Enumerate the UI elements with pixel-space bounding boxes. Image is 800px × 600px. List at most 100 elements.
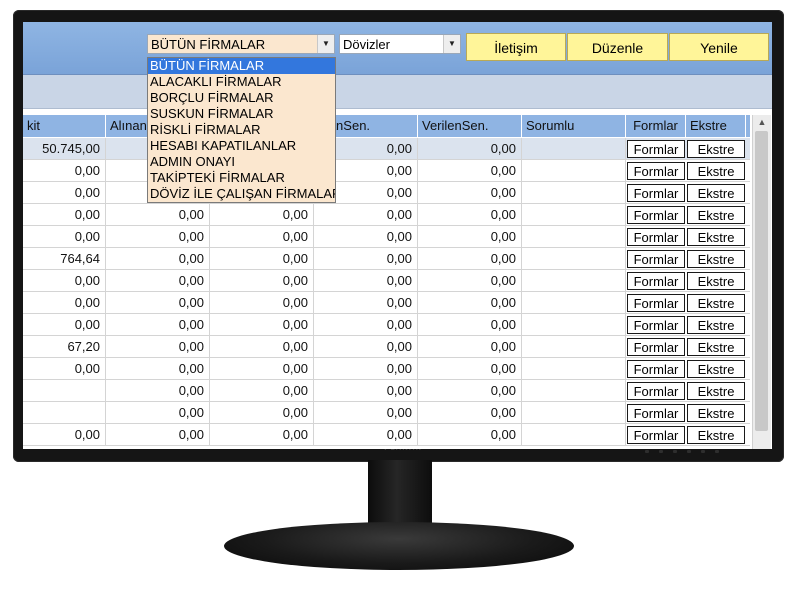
formlar-button[interactable]: Formlar <box>627 250 685 268</box>
dropdown-option[interactable]: SUSKUN FİRMALAR <box>148 106 335 122</box>
scrollbar-thumb[interactable] <box>755 131 768 431</box>
ekstre-button[interactable]: Ekstre <box>687 184 745 202</box>
ekstre-button[interactable]: Ekstre <box>687 382 745 400</box>
firm-filter-select[interactable]: BÜTÜN FİRMALAR ▼ <box>147 34 335 54</box>
cell-nakit <box>23 402 106 423</box>
table-row[interactable]: 764,64 0,00 0,00 0,00 0,00 Formlar Ekstre <box>23 248 750 270</box>
sub-toolbar <box>23 75 772 109</box>
cell-hidden: 0,00 <box>210 270 314 291</box>
table-row[interactable]: 0,00 0,00 0,00 Formlar Ekstre <box>23 182 750 204</box>
formlar-button[interactable]: Formlar <box>627 272 685 290</box>
cell-alinan: 0,00 <box>106 204 210 225</box>
cell-sorumlu <box>522 380 626 401</box>
column-header-sorumlu: Sorumlu <box>522 115 626 137</box>
chevron-up-icon[interactable]: ▲ <box>753 115 771 129</box>
monitor-buttons <box>645 450 719 453</box>
formlar-button[interactable]: Formlar <box>627 360 685 378</box>
table-row[interactable]: 0,00 0,00 0,00 Formlar Ekstre <box>23 160 750 182</box>
dropdown-option[interactable]: ALACAKLI FİRMALAR <box>148 74 335 90</box>
table-header: kit Alınan manSen. VerilenSen. Sorumlu F… <box>23 115 750 137</box>
cell-verilensen: 0,00 <box>418 138 522 159</box>
cell-alinansen: 0,00 <box>314 270 418 291</box>
currency-select[interactable]: Dövizler ▼ <box>339 34 461 54</box>
cell-alinansen: 0,00 <box>314 292 418 313</box>
dropdown-option[interactable]: ADMIN ONAYI <box>148 154 335 170</box>
formlar-button[interactable]: Formlar <box>627 316 685 334</box>
cell-nakit: 0,00 <box>23 182 106 203</box>
dropdown-option[interactable]: DÖVİZ İLE ÇALIŞAN FİRMALAR <box>148 186 335 202</box>
cell-sorumlu <box>522 314 626 335</box>
table-row[interactable]: 0,00 0,00 0,00 0,00 Formlar Ekstre <box>23 380 750 402</box>
cell-sorumlu <box>522 402 626 423</box>
formlar-button[interactable]: Formlar <box>627 140 685 158</box>
cell-hidden: 0,00 <box>210 336 314 357</box>
dropdown-option[interactable]: HESABI KAPATILANLAR <box>148 138 335 154</box>
ekstre-button[interactable]: Ekstre <box>687 162 745 180</box>
ekstre-button[interactable]: Ekstre <box>687 206 745 224</box>
cell-alinansen: 0,00 <box>314 402 418 423</box>
dropdown-option[interactable]: BÜTÜN FİRMALAR <box>148 58 335 74</box>
edit-button[interactable]: Düzenle <box>567 33 668 61</box>
cell-alinansen: 0,00 <box>314 226 418 247</box>
formlar-button[interactable]: Formlar <box>627 382 685 400</box>
cell-nakit: 50.745,00 <box>23 138 106 159</box>
ekstre-button[interactable]: Ekstre <box>687 360 745 378</box>
cell-verilensen: 0,00 <box>418 336 522 357</box>
ekstre-button[interactable]: Ekstre <box>687 250 745 268</box>
table-row[interactable]: 0,00 0,00 0,00 0,00 0,00 Formlar Ekstre <box>23 204 750 226</box>
cell-alinan: 0,00 <box>106 226 210 247</box>
cell-alinan: 0,00 <box>106 380 210 401</box>
ekstre-button[interactable]: Ekstre <box>687 404 745 422</box>
cell-sorumlu <box>522 138 626 159</box>
table-row[interactable]: 0,00 0,00 0,00 0,00 0,00 Formlar Ekstre <box>23 226 750 248</box>
formlar-button[interactable]: Formlar <box>627 206 685 224</box>
ekstre-button[interactable]: Ekstre <box>687 338 745 356</box>
vertical-scrollbar[interactable]: ▲ <box>752 115 771 449</box>
table-row[interactable]: 0,00 0,00 0,00 0,00 0,00 Formlar Ekstre <box>23 292 750 314</box>
formlar-button[interactable]: Formlar <box>627 184 685 202</box>
formlar-button[interactable]: Formlar <box>627 404 685 422</box>
column-header-nakit: kit <box>23 115 106 137</box>
formlar-button[interactable]: Formlar <box>627 426 685 444</box>
cell-verilensen: 0,00 <box>418 182 522 203</box>
formlar-button[interactable]: Formlar <box>627 338 685 356</box>
contact-button[interactable]: İletişim <box>466 33 566 61</box>
formlar-button[interactable]: Formlar <box>627 228 685 246</box>
cell-alinansen: 0,00 <box>314 248 418 269</box>
ekstre-button[interactable]: Ekstre <box>687 228 745 246</box>
formlar-button[interactable]: Formlar <box>627 162 685 180</box>
cell-hidden: 0,00 <box>210 424 314 445</box>
caret-down-icon[interactable]: ▼ <box>317 35 334 53</box>
table-row[interactable]: 0,00 0,00 0,00 0,00 Formlar Ekstre <box>23 402 750 424</box>
table-row[interactable]: 0,00 0,00 0,00 0,00 0,00 Formlar Ekstre <box>23 270 750 292</box>
cell-alinan: 0,00 <box>106 314 210 335</box>
cell-alinansen: 0,00 <box>314 358 418 379</box>
ekstre-button[interactable]: Ekstre <box>687 316 745 334</box>
ekstre-button[interactable]: Ekstre <box>687 140 745 158</box>
table-row[interactable]: 67,20 0,00 0,00 0,00 0,00 Formlar Ekstre <box>23 336 750 358</box>
cell-alinan: 0,00 <box>106 358 210 379</box>
caret-down-icon[interactable]: ▼ <box>443 35 460 53</box>
formlar-button[interactable]: Formlar <box>627 294 685 312</box>
table-row[interactable]: 0,00 0,00 0,00 0,00 0,00 Formlar Ekstre <box>23 424 750 446</box>
ekstre-button[interactable]: Ekstre <box>687 272 745 290</box>
cell-verilensen: 0,00 <box>418 204 522 225</box>
cell-sorumlu <box>522 204 626 225</box>
dropdown-option[interactable]: BORÇLU FİRMALAR <box>148 90 335 106</box>
cell-sorumlu <box>522 160 626 181</box>
cell-hidden: 0,00 <box>210 314 314 335</box>
dropdown-option[interactable]: RİSKLİ FİRMALAR <box>148 122 335 138</box>
firm-filter-dropdown: BÜTÜN FİRMALAR ALACAKLI FİRMALAR BORÇLU Fİ… <box>147 57 336 203</box>
cell-sorumlu <box>522 292 626 313</box>
cell-sorumlu <box>522 358 626 379</box>
table-row[interactable]: 0,00 0,00 0,00 0,00 0,00 Formlar Ekstre <box>23 358 750 380</box>
table-row[interactable]: 0,00 0,00 0,00 0,00 0,00 Formlar Ekstre <box>23 314 750 336</box>
cell-sorumlu <box>522 248 626 269</box>
firm-filter-value: BÜTÜN FİRMALAR <box>151 37 266 52</box>
ekstre-button[interactable]: Ekstre <box>687 294 745 312</box>
cell-hidden: 0,00 <box>210 380 314 401</box>
dropdown-option[interactable]: TAKİPTEKİ FİRMALAR <box>148 170 335 186</box>
ekstre-button[interactable]: Ekstre <box>687 426 745 444</box>
table-row[interactable]: 50.745,00 0,00 0,00 Formlar Ekstre <box>23 138 750 160</box>
refresh-button[interactable]: Yenile <box>669 33 769 61</box>
